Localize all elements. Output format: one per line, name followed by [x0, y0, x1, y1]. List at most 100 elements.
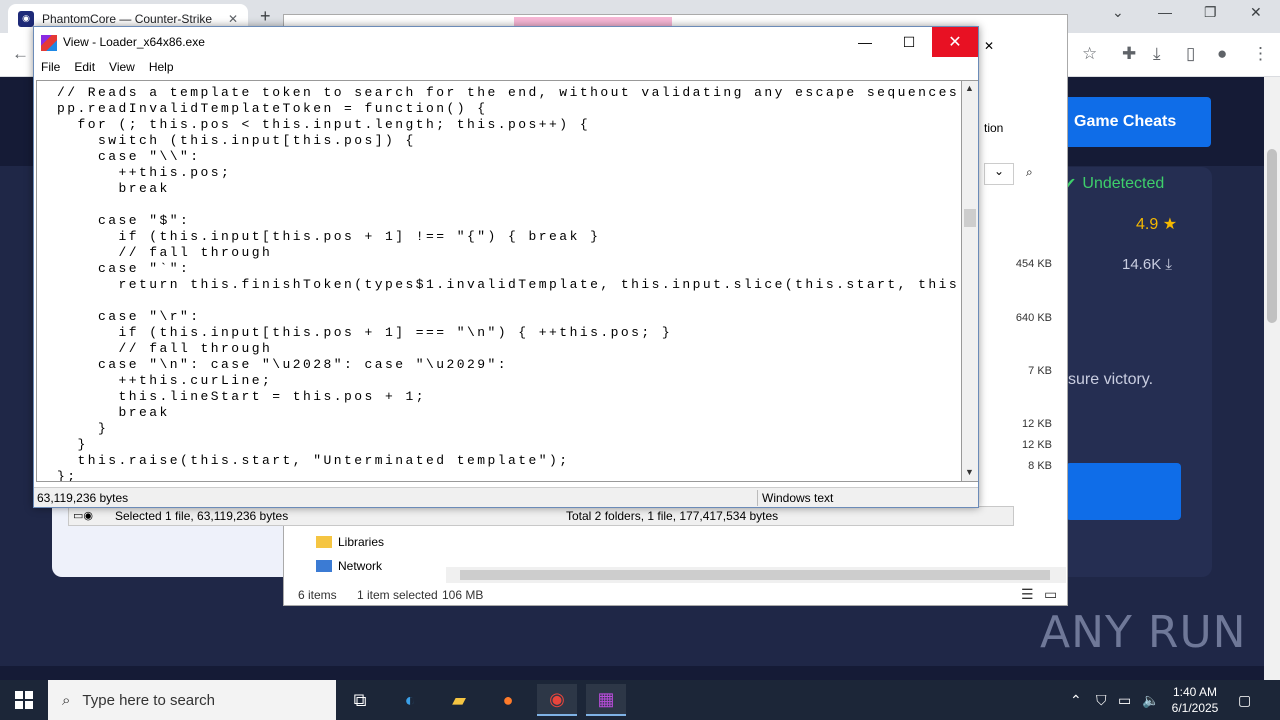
explorer-hscroll[interactable] [446, 567, 1066, 583]
code-line: this.lineStart = this.pos + 1; [57, 389, 427, 404]
explorer-dropdown-icon[interactable]: ⌄ [984, 163, 1014, 185]
preview-view-icon[interactable]: ▭ [1044, 586, 1057, 603]
minimize-button[interactable]: — [1158, 4, 1172, 20]
viewer-scroll-thumb[interactable] [964, 209, 976, 227]
status-text: Undetected [1082, 175, 1165, 192]
game-cheats-button[interactable]: Game Cheats [1062, 97, 1211, 147]
firefox-icon[interactable]: ● [488, 684, 528, 716]
taskbar-search[interactable]: ⌕ Type here to search [48, 680, 336, 720]
back-arrow-icon[interactable]: ← [12, 44, 29, 64]
chrome-icon[interactable]: ◉ [537, 684, 577, 716]
tagline: sure victory. [1068, 371, 1154, 388]
menu-help[interactable]: Help [142, 58, 181, 78]
new-tab-button[interactable]: + [260, 6, 271, 27]
anyrun-watermark: ANY RUN [1040, 607, 1247, 658]
network-icon [316, 560, 332, 572]
menu-view[interactable]: View [102, 58, 142, 78]
file-explorer-icon[interactable]: ▰ [439, 684, 479, 716]
search-icon: ⌕ [62, 691, 71, 709]
page-scrollbar[interactable] [1264, 77, 1280, 680]
viewer-minimize-button[interactable]: — [842, 27, 888, 57]
winrar-taskbar-icon[interactable]: ▦ [586, 684, 626, 716]
code-line: this.raise(this.start, "Unterminated tem… [57, 453, 570, 468]
nav-item-network[interactable]: Network [316, 559, 382, 573]
viewer-close-button[interactable]: ✕ [932, 27, 978, 57]
winrar-icon [41, 35, 57, 51]
winrar-statusbar: ▭◉ Selected 1 file, 63,119,236 bytes Tot… [68, 506, 1014, 526]
code-line: if (this.input[this.pos + 1] !== "{") { … [57, 229, 601, 244]
tray-security-icon[interactable]: ⛉ [1096, 680, 1107, 720]
file-size: 12 KB [1022, 439, 1052, 451]
viewer-menubar: File Edit View Help [34, 58, 978, 78]
explorer-close-icon[interactable]: ✕ [984, 39, 994, 53]
code-line: if (this.input[this.pos + 1] === "\n") {… [57, 325, 673, 340]
notification-icon[interactable]: ▢ [1238, 680, 1251, 720]
download-icon[interactable]: ⤓ [1153, 44, 1161, 64]
code-line: // fall through [57, 245, 273, 260]
explorer-column-header: tion [984, 121, 1004, 135]
site-cta-button[interactable] [1066, 463, 1181, 520]
file-size: 12 KB [1022, 418, 1052, 430]
system-clock[interactable]: 1:40 AM 6/1/2025 [1160, 684, 1230, 716]
viewer-text-area[interactable]: // Reads a template token to search for … [36, 80, 962, 482]
code-line: ++this.pos; [57, 165, 232, 180]
winrar-status-right: Total 2 folders, 1 file, 177,417,534 byt… [566, 509, 779, 523]
task-view-icon[interactable]: ⧉ [340, 684, 380, 716]
code-line: // fall through [57, 341, 273, 356]
code-content: // Reads a template token to search for … [37, 81, 962, 482]
tab-close-icon[interactable]: ✕ [228, 12, 238, 26]
code-line: return this.finishToken(types$1.invalidT… [57, 277, 962, 292]
menu-kebab-icon[interactable]: ⋮ [1252, 44, 1269, 64]
file-size: 640 KB [1015, 312, 1052, 324]
code-line: }; [57, 469, 78, 482]
extensions-icon[interactable]: ✚ [1122, 44, 1136, 64]
menu-edit[interactable]: Edit [67, 58, 102, 78]
code-line: case "`": [57, 261, 191, 276]
viewer-vscroll[interactable]: ▲ ▼ [962, 80, 978, 482]
code-line: case "$": [57, 213, 191, 228]
status-badge: ✔ Undetected [1063, 174, 1164, 194]
page-scrollbar-thumb[interactable] [1267, 149, 1277, 323]
viewer-titlebar[interactable]: View - Loader_x64x86.exe — ☐ ✕ [34, 27, 978, 58]
viewer-window: View - Loader_x64x86.exe — ☐ ✕ File Edit… [33, 26, 979, 508]
bookmark-star-icon[interactable]: ☆ [1082, 44, 1097, 64]
volume-icon[interactable]: 🔈 [1142, 680, 1159, 720]
selected-count: 1 item selected [357, 588, 438, 602]
explorer-hscroll-thumb[interactable] [460, 570, 1050, 580]
viewer-encoding: Windows text [762, 491, 834, 505]
edge-icon[interactable]: ◐ [390, 684, 430, 716]
sidepanel-icon[interactable]: ▯ [1186, 44, 1195, 64]
winrar-status-left: Selected 1 file, 63,119,236 bytes [115, 509, 289, 523]
restore-button[interactable]: ❐ [1204, 4, 1217, 21]
rating: 4.9 ★ [1136, 214, 1177, 234]
nav-label-network: Network [338, 559, 383, 573]
code-line: ++this.curLine; [57, 373, 273, 388]
viewer-maximize-button[interactable]: ☐ [886, 27, 932, 57]
close-button[interactable]: ✕ [1250, 4, 1262, 21]
code-line: break [57, 181, 170, 196]
code-line: for (; this.pos < this.input.length; thi… [57, 117, 591, 132]
explorer-search-icon[interactable]: ⌕ [1026, 165, 1033, 180]
code-line: } [57, 421, 109, 436]
download-small-icon: ⤓ [1165, 256, 1173, 273]
code-line: case "\r": [57, 309, 201, 324]
details-view-icon[interactable]: ☰ [1021, 586, 1034, 603]
tab-search-icon[interactable]: ⌄ [1112, 4, 1124, 21]
network-tray-icon[interactable]: ▭ [1118, 680, 1131, 720]
code-line: case "\n": case "\u2028": case "\u2029": [57, 357, 509, 372]
clock-time: 1:40 AM [1172, 685, 1218, 699]
code-line: } [57, 437, 88, 452]
scroll-up-icon[interactable]: ▲ [965, 83, 974, 93]
nav-item-libraries[interactable]: Libraries [316, 535, 384, 549]
file-size: 7 KB [1028, 365, 1052, 377]
start-button[interactable] [0, 680, 48, 720]
selected-size: 106 MB [442, 588, 484, 602]
menu-file[interactable]: File [34, 58, 67, 78]
viewer-byte-count: 63,119,236 bytes [37, 491, 129, 505]
tray-chevron-icon[interactable]: ⌃ [1070, 680, 1082, 720]
scroll-down-icon[interactable]: ▼ [965, 467, 974, 477]
tab-title: PhantomCore — Counter-Strike [42, 11, 213, 26]
profile-icon[interactable]: ● [1217, 44, 1227, 64]
